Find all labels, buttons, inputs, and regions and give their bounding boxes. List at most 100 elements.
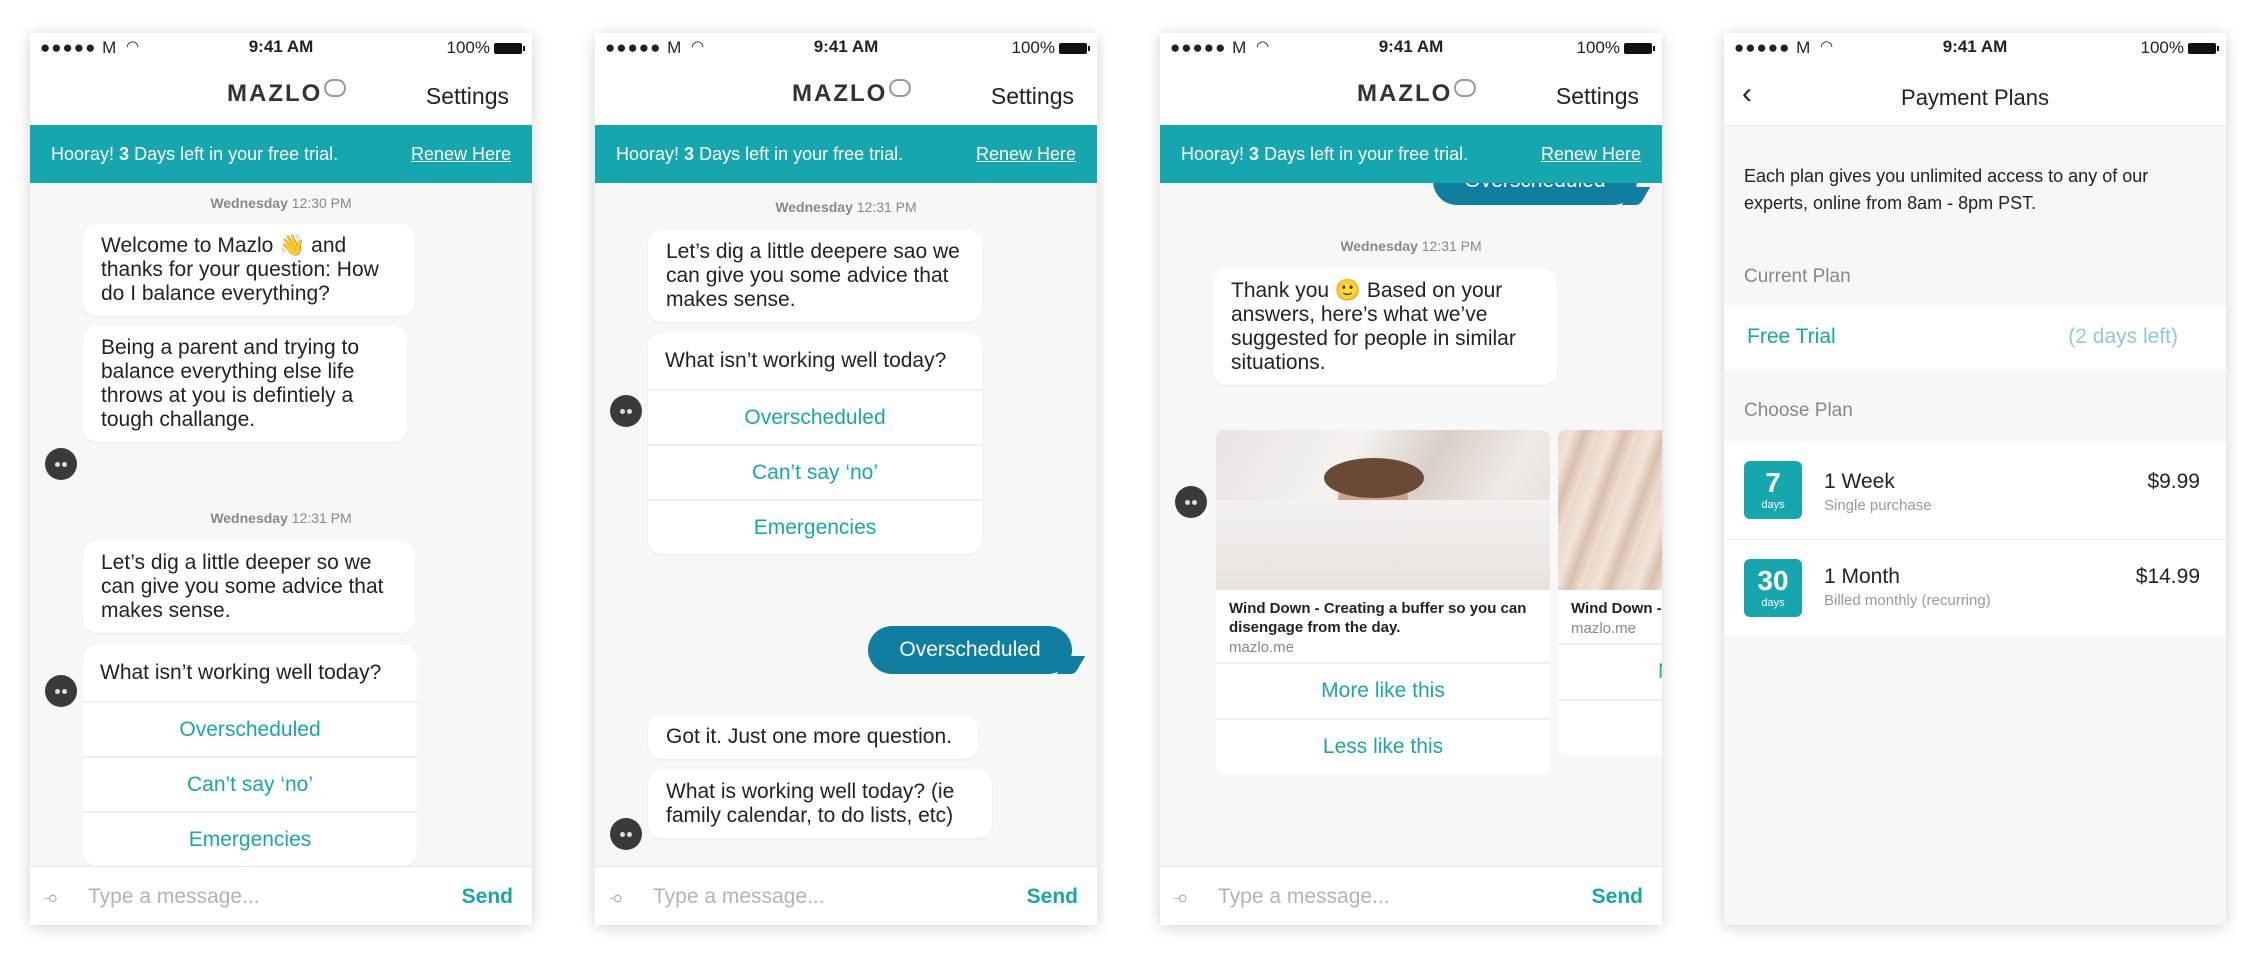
plan-price: $14.99 xyxy=(2135,565,2200,588)
trial-message: Hooray! 3 Days left in your free trial. xyxy=(1181,144,1469,164)
bot-message: Being a parent and trying to balance eve… xyxy=(83,326,407,442)
bot-message: Thank you 🙂 Based on your answers, here’… xyxy=(1213,269,1557,385)
question-card: What isn’t working well today? Oversched… xyxy=(83,645,417,866)
plan-option-month[interactable]: 30 days 1 Month Billed monthly (recurrin… xyxy=(1724,540,2226,636)
status-bar: ●●●●● M ◠ 9:41 AM 100% xyxy=(1724,33,2226,61)
chat-bubble-icon xyxy=(1454,79,1477,97)
plan-name: 1 Month xyxy=(1824,565,1900,588)
calendar-30-days-icon: 30 days xyxy=(1744,559,1802,617)
more-like-this-button[interactable]: M xyxy=(1558,643,1662,699)
renew-link[interactable]: Renew Here xyxy=(1541,144,1641,165)
message-input[interactable]: Type a message... xyxy=(1218,885,1390,909)
mazlo-logo: MAZLO xyxy=(792,79,912,108)
settings-button[interactable]: Settings xyxy=(1556,83,1639,110)
message-input-bar: ⌕ Type a message... Send xyxy=(30,866,532,925)
plan-subtitle: Billed monthly (recurring) xyxy=(1824,592,1991,609)
option-cant-say-no[interactable]: Can’t say ‘no’ xyxy=(83,756,417,811)
chat-bubble-icon xyxy=(889,79,912,97)
battery-icon xyxy=(1059,43,1090,54)
phone-screen-chat-2: ●●●●● M ◠ 9:41 AM 100% MAZLO Settings Ho… xyxy=(595,33,1097,925)
send-button[interactable]: Send xyxy=(462,885,513,909)
bot-message: Got it. Just one more question. xyxy=(648,715,978,759)
person-hair xyxy=(1324,458,1424,498)
current-plan-row: Free Trial (2 days left) xyxy=(1724,305,2226,369)
mazlo-logo: MAZLO xyxy=(227,79,347,108)
bot-avatar-icon xyxy=(610,395,642,427)
nav-bar: MAZLO Settings xyxy=(30,61,532,125)
bot-message: Let’s dig a little deeper so we can give… xyxy=(83,541,415,633)
question-text: What isn’t working well today? xyxy=(100,661,382,684)
renew-link[interactable]: Renew Here xyxy=(976,144,1076,165)
timestamp: Wednesday 12:31 PM xyxy=(775,199,917,215)
battery-icon xyxy=(1624,43,1655,54)
article-title: Wind Down - Creating a buffer so you can… xyxy=(1229,600,1527,636)
question-card: What isn’t working well today? Oversched… xyxy=(648,333,982,554)
paperclip-icon[interactable]: ⌕ xyxy=(1170,884,1196,911)
mazlo-logo: MAZLO xyxy=(1357,79,1477,108)
bubble-tail xyxy=(1056,656,1086,674)
battery-indicator: 100% xyxy=(447,38,525,58)
plan-option-week[interactable]: 7 days 1 Week Single purchase $9.99 xyxy=(1724,441,2226,540)
user-reply: Overscheduled xyxy=(1433,183,1651,205)
status-bar: ●●●●● M ◠ 9:41 AM 100% xyxy=(595,33,1097,61)
settings-button[interactable]: Settings xyxy=(426,83,509,110)
recommendation-card[interactable]: Wind Down - Creating a buffer so you can… xyxy=(1216,430,1550,774)
plan-subtitle: Single purchase xyxy=(1824,497,1932,514)
renew-link[interactable]: Renew Here xyxy=(411,144,511,165)
trial-banner: Hooray! 3 Days left in your free trial. … xyxy=(1160,125,1662,183)
send-button[interactable]: Send xyxy=(1027,885,1078,909)
article-image xyxy=(1558,430,1662,590)
more-like-this-button[interactable]: More like this xyxy=(1216,662,1550,718)
battery-indicator: 100% xyxy=(1577,38,1655,58)
question-text: What isn’t working well today? xyxy=(665,349,947,372)
message-input[interactable]: Type a message... xyxy=(88,885,260,909)
bubble-tail xyxy=(1621,187,1651,205)
status-bar: ●●●●● M ◠ 9:41 AM 100% xyxy=(30,33,532,61)
article-source: mazlo.me xyxy=(1571,620,1637,637)
trial-message: Hooray! 3 Days left in your free trial. xyxy=(616,144,904,164)
paperclip-icon[interactable]: ⌕ xyxy=(605,884,631,911)
nav-bar: ‹ Payment Plans xyxy=(1724,61,2226,126)
less-like-this-button[interactable]: Less like this xyxy=(1216,718,1550,774)
bot-avatar-icon xyxy=(610,818,642,850)
nav-bar: MAZLO Settings xyxy=(1160,61,1662,125)
plan-description: Each plan gives you unlimited access to … xyxy=(1744,166,2149,213)
option-emergencies[interactable]: Emergencies xyxy=(648,499,982,554)
plan-name: 1 Week xyxy=(1824,470,1895,493)
bot-avatar-icon xyxy=(45,675,77,707)
bot-message: Let’s dig a little deepere sao we can gi… xyxy=(648,230,982,322)
message-input[interactable]: Type a message... xyxy=(653,885,825,909)
nav-bar: MAZLO Settings xyxy=(595,61,1097,125)
option-overscheduled[interactable]: Overscheduled xyxy=(83,701,417,756)
article-title: Wind Down - C can disenga xyxy=(1571,600,1662,617)
settings-button[interactable]: Settings xyxy=(991,83,1074,110)
trial-banner: Hooray! 3 Days left in your free trial. … xyxy=(595,125,1097,183)
current-plan-name: Free Trial xyxy=(1747,325,1836,348)
current-plan-label: Current Plan xyxy=(1744,266,1851,287)
option-overscheduled[interactable]: Overscheduled xyxy=(648,389,982,444)
bot-message: What is working well today? (ie family c… xyxy=(648,770,992,838)
article-source: mazlo.me xyxy=(1229,639,1295,656)
less-like-this-button[interactable] xyxy=(1558,699,1662,755)
calendar-7-days-icon: 7 days xyxy=(1744,461,1802,519)
plan-price: $9.99 xyxy=(2147,470,2200,493)
phone-screen-payment-plans: ●●●●● M ◠ 9:41 AM 100% ‹ Payment Plans E… xyxy=(1724,33,2226,925)
chat-area: Wednesday 12:30 PM Welcome to Mazlo 👋 an… xyxy=(30,183,532,867)
bot-message: Welcome to Mazlo 👋 and thanks for your q… xyxy=(83,224,415,316)
current-plan-days-left: (2 days left) xyxy=(2068,325,2178,348)
option-cant-say-no[interactable]: Can’t say ‘no’ xyxy=(648,444,982,499)
bot-avatar-icon xyxy=(45,448,77,480)
option-emergencies[interactable]: Emergencies xyxy=(83,811,417,866)
chat-area: Wednesday 12:31 PM Let’s dig a little de… xyxy=(595,183,1097,867)
battery-indicator: 100% xyxy=(2141,38,2219,58)
recommendation-card[interactable]: Wind Down - C can disenga mazlo.me M xyxy=(1558,430,1662,755)
message-input-bar: ⌕ Type a message... Send xyxy=(595,866,1097,925)
trial-banner: Hooray! 3 Days left in your free trial. … xyxy=(30,125,532,183)
choose-plan-label: Choose Plan xyxy=(1744,400,1853,421)
article-image xyxy=(1216,430,1550,590)
chat-area: Overscheduled Wednesday 12:31 PM Thank y… xyxy=(1160,183,1662,867)
paperclip-icon[interactable]: ⌕ xyxy=(40,884,66,911)
send-button[interactable]: Send xyxy=(1592,885,1643,909)
user-reply: Overscheduled xyxy=(868,626,1086,674)
timestamp: Wednesday 12:31 PM xyxy=(1340,238,1482,254)
